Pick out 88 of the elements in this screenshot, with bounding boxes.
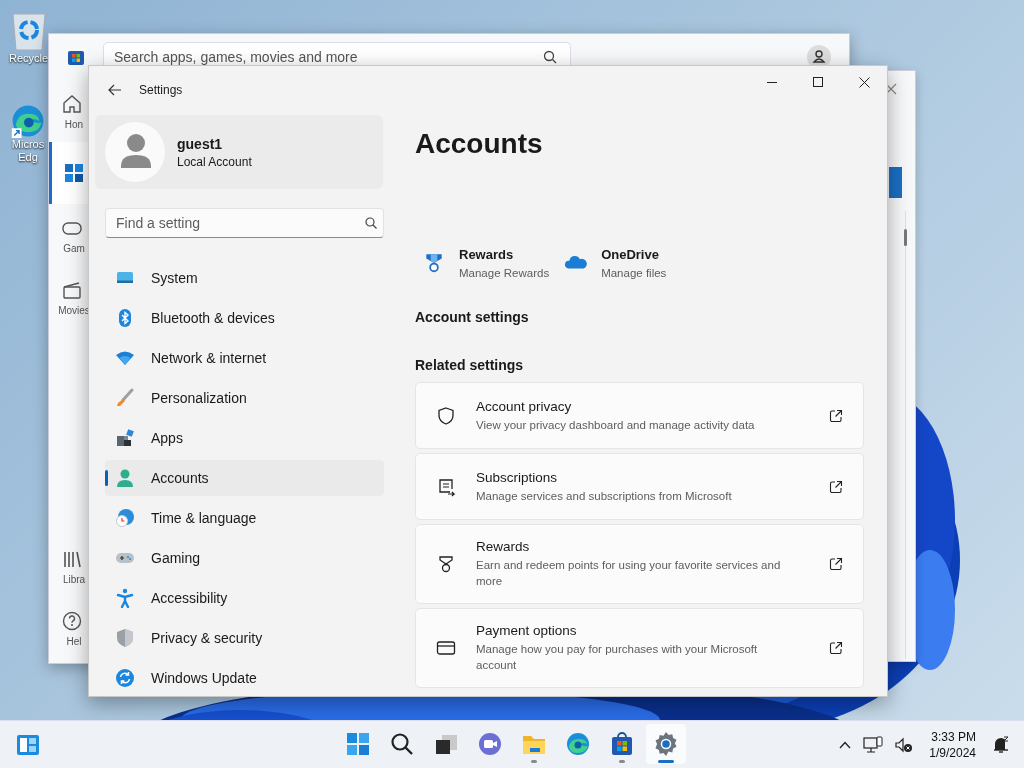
paintbrush-icon [115,388,135,408]
store-nav-item[interactable]: Hel [49,597,89,659]
close-icon [885,83,897,95]
gear-icon [653,731,679,757]
card-title: Account privacy [476,398,573,414]
edge-browser-icon[interactable] [11,104,45,138]
card-title: Rewards [476,539,531,554]
medal-icon [436,554,456,574]
user-name: guest1 [177,135,224,152]
chevron-up-icon [839,740,852,749]
scrollbar-thumb[interactable] [904,229,907,246]
search-field[interactable]: Find a setting [105,208,384,238]
search-icon [365,217,377,229]
window-title: Settings [139,83,183,97]
settings-nav-item[interactable]: Privacy & security [105,620,384,656]
settings-nav-item[interactable]: Bluetooth & devices [105,300,384,336]
profile-card[interactable]: guest1 Local Account [95,115,383,189]
store-apps-icon [62,162,85,184]
settings-nav-item[interactable]: Accounts [105,460,384,496]
account-type: Local Account [177,154,252,169]
card-description: Earn and redeem points for using your favorite services and more [476,558,782,589]
search-field[interactable]: Search apps, games, movies and more [103,42,571,65]
shield-icon [436,405,456,426]
external-link-icon [829,408,843,423]
card-title: Subscriptions [476,469,559,485]
home-icon [61,92,83,115]
settings-nav-item[interactable]: Windows Update [105,660,384,696]
maximize-icon [813,77,823,87]
sync-arrows-icon [115,668,135,688]
shield-icon [115,628,135,648]
page-title: Accounts [415,127,544,161]
card-title: Payment options [476,623,578,638]
card-description: Manage how you pay for purchases with your Microsoft account [476,642,759,673]
service-title[interactable]: Rewards [459,247,550,262]
avatar-icon [105,122,165,182]
medal-icon [423,252,445,274]
external-link-icon [829,557,843,571]
edge-browser-icon [565,731,591,757]
settings-nav-item[interactable]: System [105,260,384,296]
globe-clock-icon [115,508,135,528]
settings-nav-item[interactable]: Time & language [105,500,384,536]
store-bag-icon [609,731,635,757]
help-icon [61,609,83,632]
network-computer-icon [863,735,884,754]
store-nav-item[interactable]: Hon [49,80,89,142]
settings-card[interactable]: Subscriptions Manage services and subscriptions from Microsoft [415,453,864,520]
section-heading: Account settings [415,309,530,325]
desktop-icon-label: Micros [11,138,45,151]
store-nav-item[interactable]: Gam [49,204,89,266]
back-arrow-icon [108,84,122,96]
settings-card[interactable]: Payment options Manage how you pay for purchases with your Microsoft account [415,608,864,688]
start-icon [345,731,371,757]
settings-nav-item[interactable]: Gaming [105,540,384,576]
card-description: Manage services and subscriptions from Microsoft [476,488,733,504]
clock[interactable]: 3:33 PM 1/9/2024 [925,728,980,761]
search-icon [543,50,557,64]
external-link-icon [829,641,843,655]
service-subtitle: Manage files [601,267,667,279]
recycle-bin-icon[interactable] [9,10,48,52]
external-link-icon [829,479,843,494]
minimize-icon [767,81,777,83]
desktop-icon-label: Recycle [9,52,49,65]
desktop-icon-label: Edg [18,151,38,164]
card-description: View your privacy dashboard and manage activity data [476,417,756,433]
settings-card[interactable]: Account privacy View your privacy dashboard and manage activity data [415,382,864,449]
settings-card[interactable]: Rewards Earn and redeem points for using your favorite services and more [415,524,864,604]
store-logo-icon [67,48,85,66]
store-nav-item[interactable] [49,142,89,204]
settings-nav-item[interactable]: Personalization [105,380,384,416]
notification-bell-icon [992,735,1010,754]
person-icon [115,468,135,488]
widgets-icon [16,733,40,756]
close-icon [858,76,870,88]
settings-nav-item[interactable]: Accessibility [105,580,384,616]
credit-card-icon [436,638,456,658]
search-icon [389,731,415,757]
settings-nav-item[interactable]: Apps [105,420,384,456]
service-subtitle: Manage Rewards [459,267,550,279]
chat-camera-icon [477,731,503,757]
accessibility-figure-icon [115,588,135,608]
section-heading: Related settings [415,357,525,373]
list-document-icon [436,476,456,497]
apps-grid-icon [115,428,135,448]
speaker-muted-icon [895,736,914,753]
service-title[interactable]: OneDrive [601,247,667,262]
store-nav-item[interactable]: Movies [49,266,89,328]
store-nav-item[interactable]: Libra [49,535,89,597]
settings-nav-item[interactable]: Network & internet [105,340,384,376]
